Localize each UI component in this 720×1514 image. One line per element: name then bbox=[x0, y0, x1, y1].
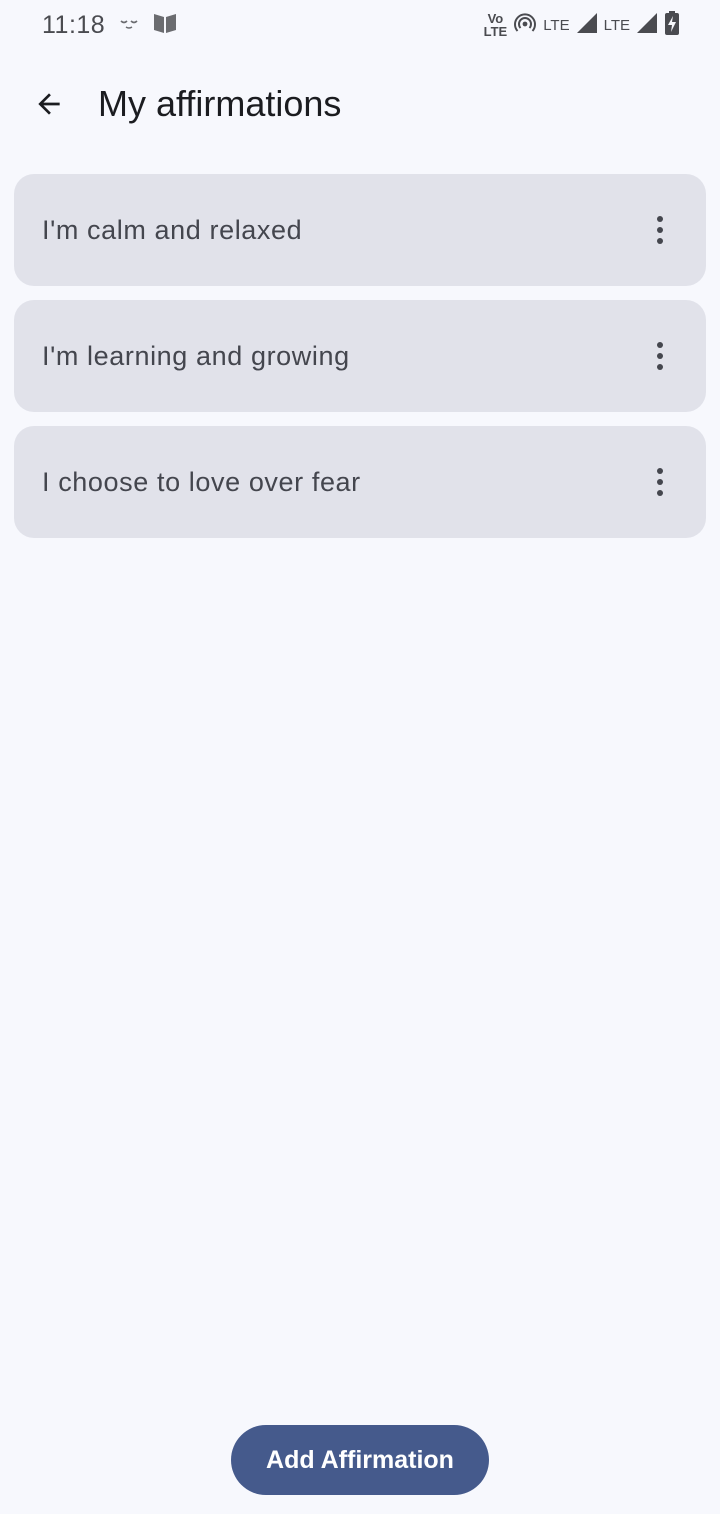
face-icon bbox=[119, 16, 139, 35]
status-left: 11:18 bbox=[42, 11, 177, 40]
more-vert-icon[interactable] bbox=[650, 336, 670, 376]
lte-label-2: LTE bbox=[603, 16, 630, 34]
signal-icon bbox=[636, 12, 658, 39]
add-affirmation-button[interactable]: Add Affirmation bbox=[231, 1425, 489, 1495]
top-app-bar: My affirmations bbox=[0, 60, 720, 148]
more-vert-icon[interactable] bbox=[650, 462, 670, 502]
affirmation-card[interactable]: I'm calm and relaxed bbox=[14, 174, 706, 286]
book-icon bbox=[153, 11, 177, 40]
affirmation-text: I'm learning and growing bbox=[42, 340, 350, 371]
affirmation-card[interactable]: I choose to love over fear bbox=[14, 426, 706, 538]
back-button[interactable] bbox=[21, 76, 77, 132]
status-bar: 11:18 Vo LTE LTE LTE bbox=[0, 0, 720, 50]
screen: 11:18 Vo LTE LTE LTE My affirmations I'm… bbox=[0, 0, 720, 1514]
volte-bottom-label: LTE bbox=[483, 24, 508, 39]
hotspot-icon bbox=[513, 11, 537, 40]
affirmation-card[interactable]: I'm learning and growing bbox=[14, 300, 706, 412]
battery-charging-icon bbox=[664, 10, 680, 41]
volte-icon: Vo LTE bbox=[484, 12, 508, 38]
page-title: My affirmations bbox=[98, 83, 342, 124]
status-time: 11:18 bbox=[42, 10, 106, 39]
more-vert-icon[interactable] bbox=[650, 210, 670, 250]
lte-label-1: LTE bbox=[543, 16, 570, 34]
status-right: Vo LTE LTE LTE bbox=[484, 10, 680, 41]
affirmation-text: I choose to love over fear bbox=[42, 466, 361, 497]
arrow-back-icon bbox=[38, 93, 60, 115]
affirmation-list: I'm calm and relaxed I'm learning and gr… bbox=[14, 174, 706, 552]
affirmation-text: I'm calm and relaxed bbox=[42, 214, 303, 245]
signal-icon bbox=[576, 12, 598, 39]
